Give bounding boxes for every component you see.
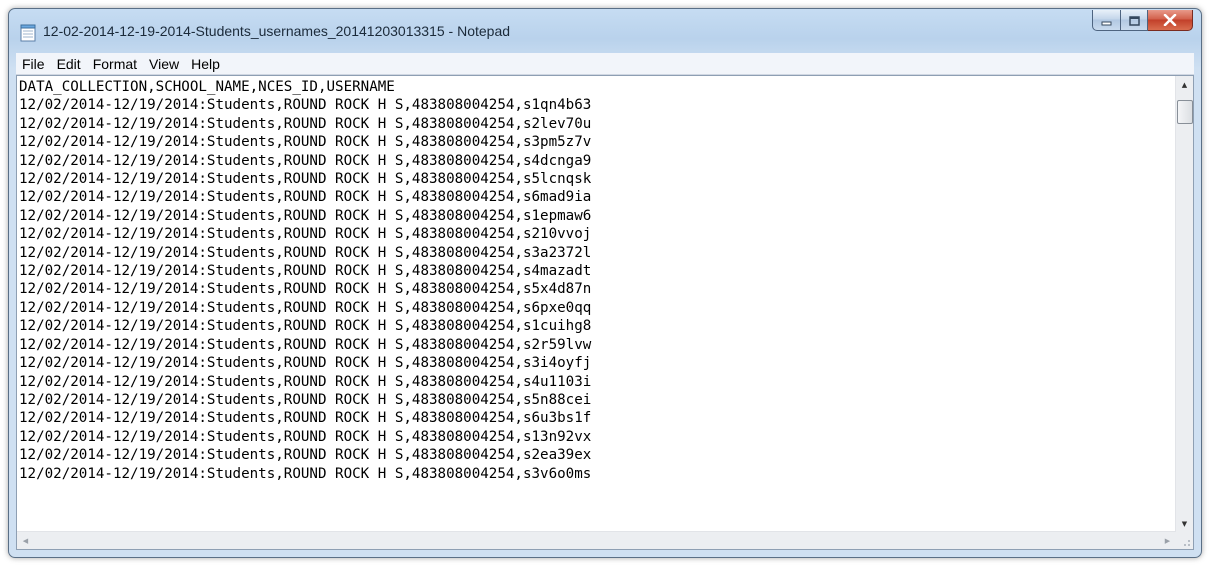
notepad-icon[interactable] <box>20 24 36 42</box>
text-line: 12/02/2014-12/19/2014:Students,ROUND ROC… <box>19 189 592 206</box>
text-editor[interactable]: DATA_COLLECTION,SCHOOL_NAME,NCES_ID,USER… <box>17 76 1176 532</box>
text-line: 12/02/2014-12/19/2014:Students,ROUND ROC… <box>19 152 592 169</box>
scroll-up-button[interactable]: ▲ <box>1176 76 1193 93</box>
text-line: 12/02/2014-12/19/2014:Students,ROUND ROC… <box>19 244 592 261</box>
scroll-up-icon: ▲ <box>1181 80 1188 89</box>
caption-buttons <box>1092 10 1193 31</box>
resize-grip-icon <box>1184 540 1190 546</box>
window-title: 12-02-2014-12-19-2014-Students_usernames… <box>43 23 511 39</box>
text-line: 12/02/2014-12/19/2014:Students,ROUND ROC… <box>19 299 592 316</box>
text-line: 12/02/2014-12/19/2014:Students,ROUND ROC… <box>19 226 592 243</box>
text-line: 12/02/2014-12/19/2014:Students,ROUND ROC… <box>19 355 592 372</box>
text-line: 12/02/2014-12/19/2014:Students,ROUND ROC… <box>19 97 592 114</box>
text-line: 12/02/2014-12/19/2014:Students,ROUND ROC… <box>19 263 592 280</box>
scroll-down-button[interactable]: ▼ <box>1176 515 1193 532</box>
text-line: 12/02/2014-12/19/2014:Students,ROUND ROC… <box>19 336 592 353</box>
menu-view[interactable]: View <box>143 54 185 74</box>
scroll-right-button[interactable]: ▶ <box>1159 532 1176 549</box>
minimize-button[interactable] <box>1092 10 1121 31</box>
scroll-right-icon: ▶ <box>1164 536 1171 545</box>
text-line: 12/02/2014-12/19/2014:Students,ROUND ROC… <box>19 207 592 224</box>
text-line: 12/02/2014-12/19/2014:Students,ROUND ROC… <box>19 281 592 298</box>
menu-format[interactable]: Format <box>87 54 143 74</box>
menu-file[interactable]: File <box>16 54 51 74</box>
menu-edit[interactable]: Edit <box>51 54 87 74</box>
notepad-window: 12-02-2014-12-19-2014-Students_usernames… <box>8 8 1202 558</box>
horizontal-scrollbar[interactable]: ◀ ▶ <box>17 531 1176 549</box>
scroll-left-icon: ◀ <box>22 536 29 545</box>
text-line: 12/02/2014-12/19/2014:Students,ROUND ROC… <box>19 373 592 390</box>
menu-help[interactable]: Help <box>185 54 226 74</box>
maximize-button[interactable] <box>1121 10 1148 31</box>
document-text: DATA_COLLECTION,SCHOOL_NAME,NCES_ID,USER… <box>19 78 1176 483</box>
minimize-icon <box>1101 11 1112 30</box>
text-line: 12/02/2014-12/19/2014:Students,ROUND ROC… <box>19 318 592 335</box>
text-line: 12/02/2014-12/19/2014:Students,ROUND ROC… <box>19 391 592 408</box>
maximize-icon <box>1128 11 1140 30</box>
text-line: 12/02/2014-12/19/2014:Students,ROUND ROC… <box>19 115 592 132</box>
text-line: 12/02/2014-12/19/2014:Students,ROUND ROC… <box>19 134 592 151</box>
text-line: 12/02/2014-12/19/2014:Students,ROUND ROC… <box>19 465 592 482</box>
menu-bar: File Edit Format View Help <box>16 53 1194 75</box>
text-line: 12/02/2014-12/19/2014:Students,ROUND ROC… <box>19 171 592 188</box>
scroll-left-button[interactable]: ◀ <box>17 532 34 549</box>
title-bar[interactable]: 12-02-2014-12-19-2014-Students_usernames… <box>9 9 1201 53</box>
text-line-header: DATA_COLLECTION,SCHOOL_NAME,NCES_ID,USER… <box>19 79 395 95</box>
vertical-scroll-thumb[interactable] <box>1177 100 1193 124</box>
scroll-down-icon: ▼ <box>1181 519 1188 528</box>
close-button[interactable] <box>1148 10 1193 31</box>
close-icon <box>1163 11 1177 30</box>
vertical-scrollbar[interactable]: ▲ ▼ <box>1175 76 1193 532</box>
text-line: 12/02/2014-12/19/2014:Students,ROUND ROC… <box>19 447 592 464</box>
editor-area: DATA_COLLECTION,SCHOOL_NAME,NCES_ID,USER… <box>16 75 1194 550</box>
text-line: 12/02/2014-12/19/2014:Students,ROUND ROC… <box>19 410 592 427</box>
text-line: 12/02/2014-12/19/2014:Students,ROUND ROC… <box>19 428 592 445</box>
resize-grip[interactable] <box>1176 532 1193 549</box>
